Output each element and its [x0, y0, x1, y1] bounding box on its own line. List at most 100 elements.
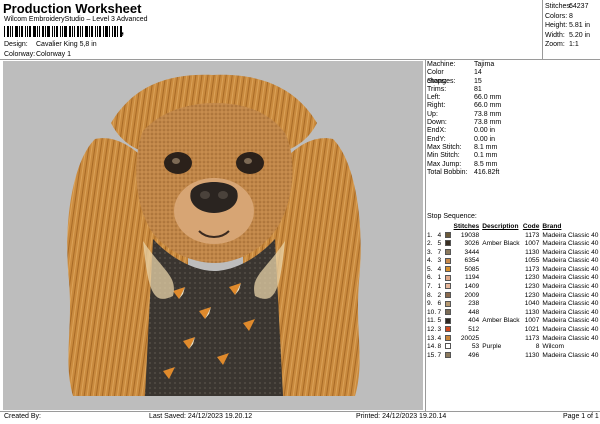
table-row: 15. 7 496 1130 Madeira Classic 40 — [427, 352, 599, 361]
summary-divider — [542, 0, 543, 59]
last-saved: Last Saved: 24/12/2023 19.20.12 — [149, 413, 253, 420]
stop-index: 10. — [427, 308, 437, 316]
software-name: Wilcom EmbroideryStudio – Level 3 Advanc… — [4, 16, 148, 23]
thread-description — [482, 274, 523, 283]
property-value: 8.1 mm — [474, 143, 498, 151]
property-row: Trims: 81 — [427, 86, 597, 94]
summary-value: 5.81 in — [569, 22, 591, 30]
summary-row: Colors: 8 — [545, 12, 599, 22]
thread-code: 1230 — [524, 274, 540, 282]
thread-code: 1130 — [525, 351, 540, 359]
thread-code: 1173 — [525, 265, 540, 273]
property-value: 0.00 in — [474, 135, 496, 143]
table-header-row: Stitches Description Code Brand — [427, 223, 599, 232]
property-value: 73.8 mm — [474, 119, 502, 127]
stop-index: 8. — [427, 291, 433, 299]
design-label: Design: — [4, 41, 28, 48]
property-row: Max Stitch: 8.1 mm — [427, 144, 597, 152]
property-key: Trims: — [427, 85, 447, 93]
thread-description — [482, 283, 523, 292]
thread-brand: Madeira Classic 40 — [542, 326, 599, 334]
property-row: Up: 73.8 mm — [427, 111, 597, 119]
colorway-label: Colorway: — [4, 51, 36, 58]
color-number: 5 — [437, 240, 442, 248]
thread-brand: Madeira Classic 40 — [542, 300, 599, 308]
embroidery-dog-image — [67, 74, 361, 396]
summary-key: Width: — [545, 31, 565, 39]
colorway-value: Colorway 1 — [36, 51, 72, 58]
color-swatch — [445, 231, 452, 238]
stitch-count: 19038 — [460, 231, 480, 239]
property-row: Total Bobbin: 416.82ft — [427, 169, 597, 177]
summary-value: 64237 — [569, 3, 589, 10]
thread-code: 1021 — [524, 326, 540, 334]
stop-sequence-title: Stop Sequence: — [427, 213, 477, 220]
thread-code: 1173 — [525, 334, 540, 342]
thread-code: 1055 — [524, 257, 540, 265]
stitch-count: 1194 — [465, 274, 480, 282]
thread-description: Amber Black — [482, 317, 520, 325]
stitch-count: 2009 — [464, 291, 480, 299]
stitch-count: 5085 — [464, 265, 480, 273]
summary-value: 1:1 — [569, 41, 579, 49]
thread-code: 1007 — [524, 317, 540, 325]
summary-key: Colors: — [545, 12, 568, 20]
color-number: 1 — [437, 283, 442, 291]
stop-index: 1. — [427, 231, 433, 239]
printed-date: Printed: 24/12/2023 19.20.14 — [356, 413, 447, 420]
thread-code: 1173 — [525, 231, 540, 239]
table-row: 4. 3 6354 1055 Madeira Classic 40 — [427, 257, 599, 266]
design-preview — [3, 61, 423, 410]
header-divider — [0, 59, 600, 60]
color-number: 4 — [437, 231, 442, 239]
color-swatch — [445, 334, 452, 341]
color-number: 1 — [437, 274, 442, 282]
property-row: Stops: 15 — [427, 78, 597, 86]
property-value: Tajima — [474, 61, 495, 68]
thread-brand: Madeira Classic 40 — [542, 248, 599, 256]
color-number: 7 — [437, 351, 442, 359]
table-row: 6. 1 1194 1230 Madeira Classic 40 — [427, 274, 599, 283]
property-value: 8.5 mm — [474, 160, 498, 168]
thread-brand: Madeira Classic 40 — [542, 274, 599, 282]
summary-row: Zoom: 1:1 — [545, 40, 599, 50]
color-number: 4 — [437, 265, 442, 273]
color-number: 6 — [437, 300, 442, 308]
property-row: Machine: Tajima — [427, 61, 597, 69]
stop-index: 12. — [427, 326, 437, 334]
thread-code: 1040 — [524, 300, 540, 308]
property-row: EndX: 0.00 in — [427, 127, 597, 135]
table-row: 14. 8 53 Purple 8 Wilcom — [427, 343, 599, 352]
property-row: Down: 73.8 mm — [427, 119, 597, 127]
property-key: Stops: — [427, 77, 447, 85]
summary-key: Stitches: — [545, 3, 572, 10]
thread-brand: Madeira Classic 40 — [542, 308, 599, 316]
property-row: Right: 66.0 mm — [427, 102, 597, 110]
color-number: 3 — [437, 326, 442, 334]
table-row: 8. 2 2009 1230 Madeira Classic 40 — [427, 292, 599, 301]
stitch-count: 6354 — [464, 257, 480, 265]
stitch-count: 404 — [468, 317, 480, 325]
stitch-count: 20025 — [460, 334, 480, 342]
color-swatch — [445, 266, 452, 273]
stop-index: 4. — [427, 257, 433, 265]
property-row: Min Stitch: 0.1 mm — [427, 152, 597, 160]
created-by: Created By: — [4, 413, 41, 420]
table-row: 10. 7 448 1130 Madeira Classic 40 — [427, 309, 599, 318]
thread-description — [482, 309, 523, 318]
thread-description — [482, 326, 523, 335]
description-header: Description — [482, 223, 519, 230]
color-swatch — [445, 326, 452, 333]
thread-description — [482, 352, 523, 361]
stitch-count: 3444 — [464, 248, 480, 256]
property-key: Total Bobbin: — [427, 168, 468, 176]
property-key: Up: — [427, 110, 438, 118]
property-key: Color changes: — [427, 69, 456, 85]
stitch-count: 53 — [471, 343, 480, 351]
property-value: 81 — [474, 85, 482, 93]
table-row: 12. 3 512 1021 Madeira Classic 40 — [427, 326, 599, 335]
thread-description — [482, 300, 523, 309]
property-key: EndX: — [427, 127, 447, 135]
thread-description — [482, 335, 523, 344]
color-swatch — [445, 352, 452, 359]
